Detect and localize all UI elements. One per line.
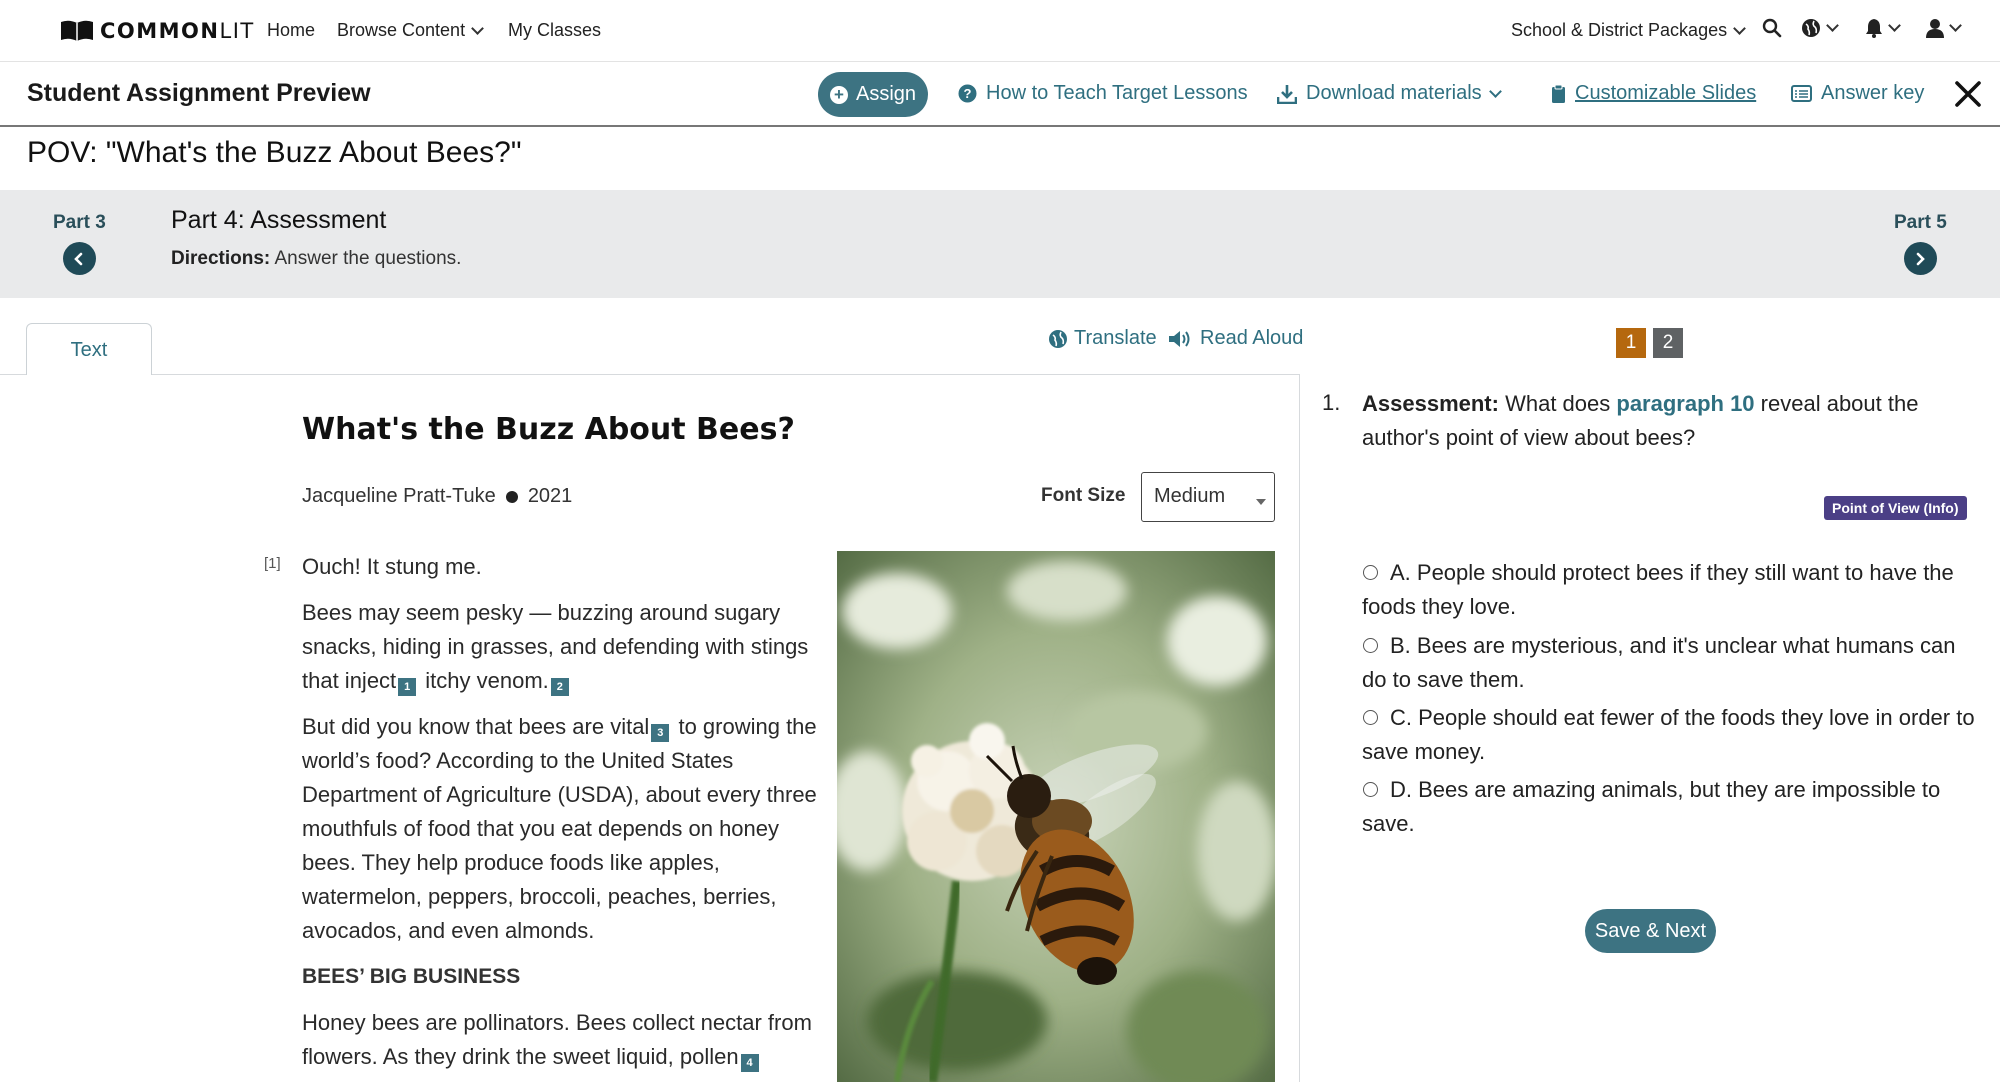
user-icon	[1926, 19, 1944, 38]
part-heading: Part 4: Assessment	[171, 206, 387, 234]
paragraph-reference-link[interactable]: paragraph 10	[1616, 391, 1754, 416]
article-byline: Jacqueline Pratt-Tuke 2021	[302, 485, 572, 508]
logo-wordmark: COMMONLIT	[100, 19, 255, 43]
author-name: Jacqueline Pratt-Tuke	[302, 485, 496, 507]
search-icon	[1762, 18, 1782, 38]
how-to-teach-link[interactable]: ? How to Teach Target Lessons	[958, 82, 1248, 105]
article-body: Ouch! It stung me. Bees may seem pesky —…	[302, 550, 822, 1082]
question-tab-2[interactable]: 2	[1653, 328, 1683, 358]
paragraph: But did you know that bees are vital 3 to…	[302, 714, 817, 943]
paragraph: Honey bees are pollinators. Bees collect…	[302, 1006, 822, 1074]
top-navigation: COMMONLIT Home Browse Content My Classes…	[0, 0, 2000, 62]
next-part-label: Part 5	[1894, 212, 1947, 233]
dropdown-arrow-icon	[1256, 499, 1266, 505]
chevron-down-icon	[1488, 84, 1502, 98]
chevron-down-icon	[1826, 19, 1839, 32]
chevron-down-icon	[1949, 19, 1962, 32]
answer-choice-b[interactable]: B. Bees are mysterious, and it's unclear…	[1362, 629, 1982, 697]
next-part-nav[interactable]: Part 5	[1894, 212, 1947, 275]
part-directions: Directions: Answer the questions.	[171, 248, 462, 269]
nav-home[interactable]: Home	[267, 20, 315, 41]
separator-dot	[505, 490, 518, 503]
skill-badge: Point of View (Info)	[1824, 496, 1967, 520]
nav-browse-content[interactable]: Browse Content	[337, 20, 484, 41]
chevron-down-icon	[471, 21, 484, 35]
download-materials-menu[interactable]: Download materials	[1277, 82, 1502, 105]
page-title: Student Assignment Preview	[27, 79, 371, 107]
nav-school-district-packages[interactable]: School & District Packages	[1511, 20, 1746, 41]
question-number: 1.	[1322, 390, 1341, 415]
lesson-title: POV: "What's the Buzz About Bees?"	[27, 136, 522, 169]
previous-part-button[interactable]	[62, 242, 96, 275]
search-button[interactable]	[1762, 18, 1782, 38]
previous-part-label: Part 3	[53, 212, 106, 233]
globe-icon	[1049, 329, 1067, 348]
commonlit-logo[interactable]: COMMONLIT	[60, 17, 255, 45]
answer-choice-c[interactable]: C. People should eat fewer of the foods …	[1362, 701, 1982, 769]
bell-icon	[1866, 19, 1882, 38]
footnote-marker[interactable]: 4	[740, 1054, 759, 1072]
plus-circle-icon: +	[829, 85, 848, 104]
globe-icon	[1802, 19, 1820, 37]
footnote-marker[interactable]: 3	[651, 724, 670, 742]
preview-toolbar: Student Assignment Preview + Assign ? Ho…	[0, 62, 2000, 127]
chevron-right-icon	[1917, 252, 1926, 265]
chevron-left-icon	[74, 252, 83, 265]
account-menu[interactable]	[1926, 18, 1962, 38]
nav-my-classes[interactable]: My Classes	[508, 20, 601, 41]
speaker-icon	[1169, 330, 1190, 347]
language-menu[interactable]	[1801, 18, 1839, 38]
svg-text:?: ?	[964, 86, 972, 101]
section-heading: BEES’ BIG BUSINESS	[302, 965, 521, 988]
footnote-marker[interactable]: 1	[398, 678, 417, 696]
question-tab-1[interactable]: 1	[1616, 328, 1646, 358]
chevron-down-icon	[1888, 19, 1901, 32]
tab-text[interactable]: Text	[26, 323, 152, 375]
clipboard-icon	[1552, 84, 1565, 103]
font-size-select[interactable]: Medium	[1141, 472, 1275, 522]
help-circle-icon: ?	[958, 84, 977, 103]
paragraph: Ouch! It stung me.	[302, 554, 482, 579]
list-icon	[1791, 85, 1812, 102]
assign-button[interactable]: + Assign	[818, 72, 928, 117]
answer-key-link[interactable]: Answer key	[1791, 82, 1924, 105]
previous-part-nav[interactable]: Part 3	[53, 212, 106, 275]
question-prompt: Assessment: What does paragraph 10 revea…	[1362, 391, 1919, 450]
read-aloud-button[interactable]: Read Aloud	[1168, 327, 1303, 350]
open-book-icon	[61, 20, 93, 41]
answer-choice-d[interactable]: D. Bees are amazing animals, but they ar…	[1362, 773, 1982, 841]
download-icon	[1277, 84, 1297, 104]
paragraph-number: [1]	[264, 555, 281, 572]
footnote-marker[interactable]: 2	[550, 678, 569, 696]
paragraph: Bees may seem pesky — buzzing around sug…	[302, 596, 822, 698]
customizable-slides-link[interactable]: Customizable Slides	[1551, 82, 1756, 105]
save-and-next-button[interactable]: Save & Next	[1585, 909, 1716, 953]
translate-button[interactable]: Translate	[1048, 327, 1157, 350]
notifications-menu[interactable]	[1865, 18, 1901, 38]
font-size-label: Font Size	[1041, 485, 1126, 506]
chevron-down-icon	[1733, 21, 1746, 35]
answer-choice-a[interactable]: A. People should protect bees if they st…	[1362, 556, 1982, 624]
next-part-button[interactable]	[1903, 242, 1937, 275]
bee-on-clover-image	[837, 551, 1275, 1082]
publication-year: 2021	[527, 485, 573, 507]
close-icon[interactable]	[1952, 78, 1984, 110]
article-title: What's the Buzz About Bees?	[302, 412, 795, 447]
part-banner: Part 3 Part 4: Assessment Directions: An…	[0, 190, 2000, 298]
